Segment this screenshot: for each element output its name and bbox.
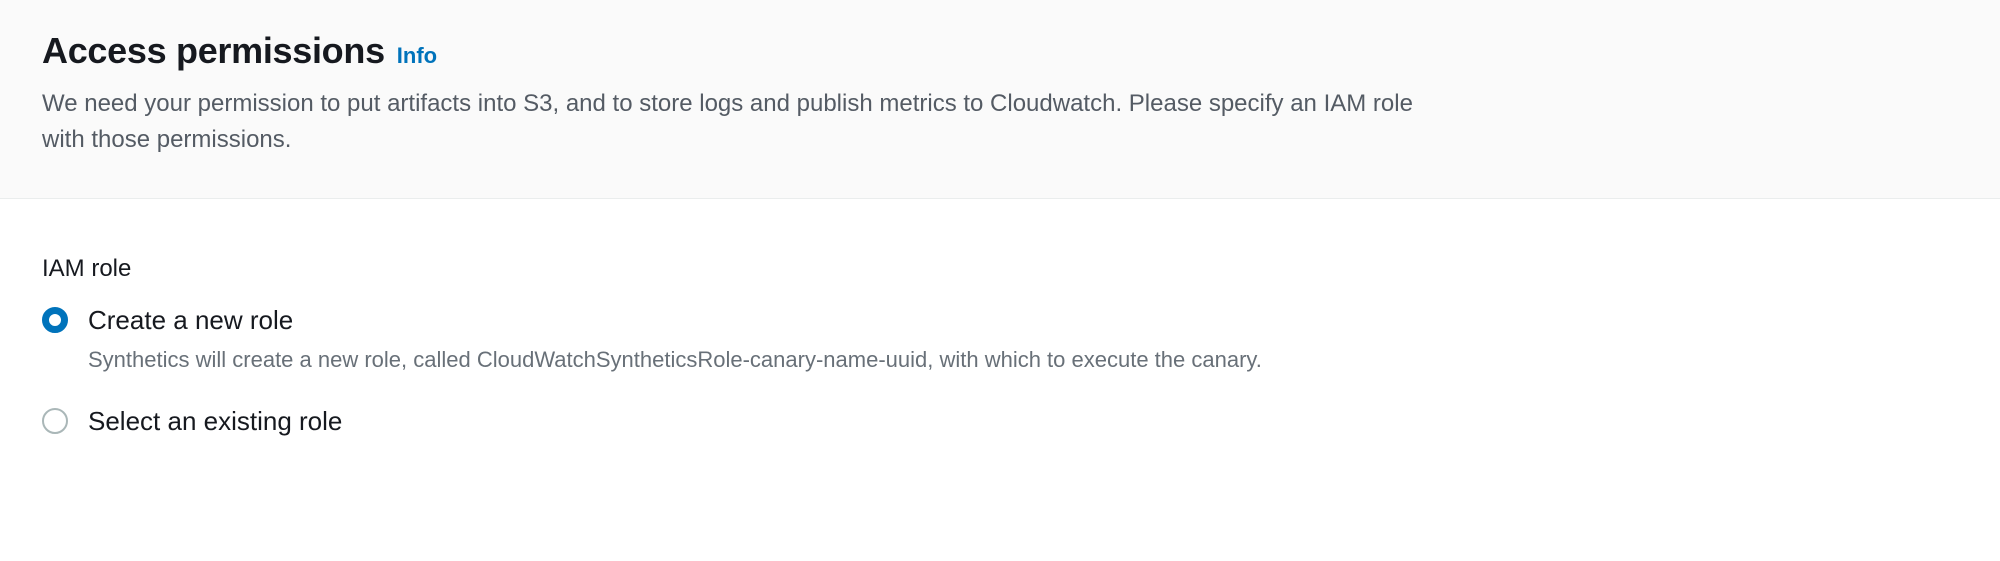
radio-description: Synthetics will create a new role, calle… bbox=[88, 344, 1262, 376]
panel-title: Access permissions bbox=[42, 30, 385, 72]
access-permissions-body: IAM role Create a new role Synthetics wi… bbox=[0, 199, 2000, 469]
iam-role-radio-group: Create a new role Synthetics will create… bbox=[42, 303, 1958, 439]
radio-button-icon bbox=[42, 408, 68, 434]
radio-label: Create a new role bbox=[88, 303, 1262, 338]
radio-content: Create a new role Synthetics will create… bbox=[88, 303, 1262, 376]
iam-role-label: IAM role bbox=[42, 255, 1958, 283]
info-link[interactable]: Info bbox=[397, 43, 437, 69]
panel-title-row: Access permissions Info bbox=[42, 30, 1958, 72]
radio-content: Select an existing role bbox=[88, 404, 342, 439]
access-permissions-header: Access permissions Info We need your per… bbox=[0, 0, 2000, 199]
radio-option-select-existing-role[interactable]: Select an existing role bbox=[42, 404, 1958, 439]
radio-button-icon bbox=[42, 307, 68, 333]
radio-option-create-new-role[interactable]: Create a new role Synthetics will create… bbox=[42, 303, 1958, 376]
panel-description: We need your permission to put artifacts… bbox=[42, 86, 1462, 158]
radio-label: Select an existing role bbox=[88, 404, 342, 439]
